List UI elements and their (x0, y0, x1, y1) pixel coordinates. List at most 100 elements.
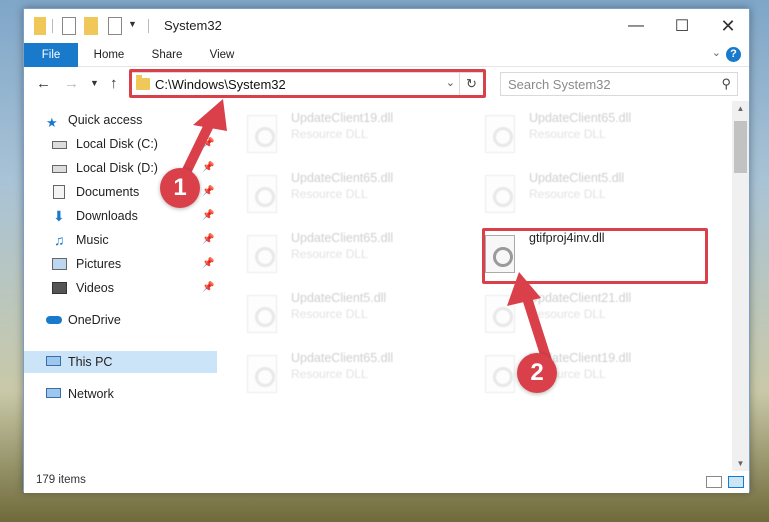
file-description: Resource DLL (291, 247, 368, 261)
sidebar-item-network[interactable]: Network (24, 383, 217, 405)
sidebar-item-label: Videos (76, 281, 114, 295)
tab-home[interactable]: Home (86, 43, 132, 67)
file-item[interactable]: UpdateClient65.dll Resource DLL (221, 167, 441, 213)
pin-icon[interactable]: 📌 (202, 229, 214, 251)
navigation-bar: ← → ▼ ↑ C:\Windows\System32 ⌄ ↻ Search S… (24, 67, 749, 101)
sidebar-item-label: Quick access (68, 113, 143, 127)
file-name: UpdateClient65.dll (529, 111, 632, 125)
sidebar-item-label: Pictures (76, 257, 122, 271)
computer-icon (46, 356, 61, 366)
explorer-window: ▼ System32 — ☐ ✕ File Home Share View ⌄ … (23, 8, 750, 493)
file-item[interactable]: UpdateClient65.dll Resource DLL (459, 107, 679, 153)
tab-share[interactable]: Share (144, 43, 190, 67)
sidebar-item-label: Local Disk (D:) (76, 161, 158, 175)
star-icon: ★ (46, 115, 58, 130)
cloud-icon (46, 316, 62, 324)
file-name: UpdateClient65.dll (291, 351, 394, 365)
customize-quick-access-icon[interactable] (108, 17, 122, 35)
sidebar-item-pictures[interactable]: Pictures 📌 (24, 253, 217, 275)
tab-view[interactable]: View (200, 43, 244, 67)
tab-file[interactable]: File (24, 43, 78, 67)
file-name: UpdateClient65.dll (291, 231, 394, 245)
pin-icon[interactable]: 📌 (202, 253, 214, 275)
minimize-button[interactable]: — (613, 9, 659, 43)
pin-icon[interactable]: 📌 (202, 205, 214, 227)
sidebar-item-label: Downloads (76, 209, 138, 223)
item-count: 179 items (36, 474, 86, 486)
folder-icon (34, 17, 46, 35)
file-item[interactable]: UpdateClient19.dll Resource DLL (221, 107, 441, 153)
music-note-icon: ♫ (54, 232, 65, 248)
network-icon (46, 388, 61, 398)
title-bar: ▼ System32 — ☐ ✕ (24, 9, 749, 43)
scrollbar-thumb[interactable] (734, 121, 747, 173)
expand-ribbon-icon[interactable]: ⌄ (712, 46, 721, 59)
sidebar-item-label: This PC (68, 355, 113, 369)
sidebar-item-music[interactable]: ♫ Music 📌 (24, 229, 217, 251)
documents-icon (53, 185, 65, 199)
scroll-down-icon[interactable]: ▼ (732, 459, 749, 468)
search-input[interactable]: Search System32 ⚲ (500, 72, 738, 96)
file-item[interactable]: UpdateClient65.dll Resource DLL (221, 227, 441, 273)
dll-file-icon (485, 175, 515, 213)
dll-file-icon (485, 115, 515, 153)
status-bar: 179 items (24, 471, 749, 493)
large-icons-view-icon[interactable] (728, 476, 744, 488)
file-description: Resource DLL (529, 187, 606, 201)
file-item[interactable]: UpdateClient65.dll Resource DLL (221, 347, 441, 393)
window-title: System32 (164, 18, 222, 33)
film-icon (52, 282, 67, 294)
sidebar-item-label: Local Disk (C:) (76, 137, 158, 151)
maximize-button[interactable]: ☐ (659, 9, 705, 43)
address-highlight-box (129, 69, 486, 98)
sidebar-item-onedrive[interactable]: OneDrive (24, 309, 217, 331)
scroll-up-icon[interactable]: ▲ (732, 104, 749, 113)
vertical-scrollbar[interactable]: ▲ ▼ (732, 101, 749, 471)
details-view-icon[interactable] (706, 476, 722, 488)
forward-arrow-icon[interactable]: → (64, 75, 79, 92)
file-item[interactable]: UpdateClient5.dll Resource DLL (459, 167, 679, 213)
sidebar-item-label: OneDrive (68, 313, 121, 327)
up-arrow-icon[interactable]: ↑ (110, 75, 118, 92)
drive-icon (52, 165, 67, 173)
file-name: UpdateClient5.dll (529, 171, 625, 185)
drive-icon (52, 141, 67, 149)
back-arrow-icon[interactable]: ← (36, 75, 51, 92)
dll-file-icon (247, 235, 277, 273)
sidebar-item-this-pc[interactable]: This PC (24, 351, 217, 373)
dll-file-icon (247, 295, 277, 333)
search-placeholder: Search System32 (508, 77, 611, 92)
file-list: UpdateClient19.dll Resource DLL UpdateCl… (221, 101, 733, 471)
download-arrow-icon: ⬇ (53, 208, 65, 224)
dll-file-icon (247, 355, 277, 393)
recent-locations-icon[interactable]: ▼ (90, 78, 99, 88)
file-item[interactable]: UpdateClient5.dll Resource DLL (221, 287, 441, 333)
file-name: UpdateClient19.dll (291, 111, 394, 125)
pin-icon[interactable]: 📌 (202, 277, 214, 299)
sidebar-item-videos[interactable]: Videos 📌 (24, 277, 217, 299)
separator (52, 19, 53, 33)
file-name: UpdateClient5.dll (291, 291, 387, 305)
chevron-down-icon[interactable]: ▼ (128, 19, 137, 37)
ribbon: File Home Share View ⌄ ? (24, 43, 749, 67)
close-button[interactable]: ✕ (705, 9, 751, 43)
sidebar-item-label: Music (76, 233, 109, 247)
dll-file-icon (247, 175, 277, 213)
sidebar-item-downloads[interactable]: ⬇ Downloads 📌 (24, 205, 217, 227)
file-description: Resource DLL (529, 127, 606, 141)
file-description: Resource DLL (291, 307, 368, 321)
sidebar-item-label: Network (68, 387, 114, 401)
step-1-badge: 1 (160, 168, 200, 208)
step-2-badge: 2 (517, 353, 557, 393)
properties-icon[interactable] (62, 17, 76, 35)
file-description: Resource DLL (291, 127, 368, 141)
dll-file-icon (247, 115, 277, 153)
help-icon[interactable]: ? (726, 47, 741, 62)
search-icon[interactable]: ⚲ (721, 76, 731, 92)
file-name: UpdateClient65.dll (291, 171, 394, 185)
file-description: Resource DLL (291, 367, 368, 381)
new-folder-icon[interactable] (84, 17, 98, 35)
pictures-icon (52, 258, 67, 270)
sidebar-item-label: Documents (76, 185, 140, 199)
separator (148, 19, 149, 33)
